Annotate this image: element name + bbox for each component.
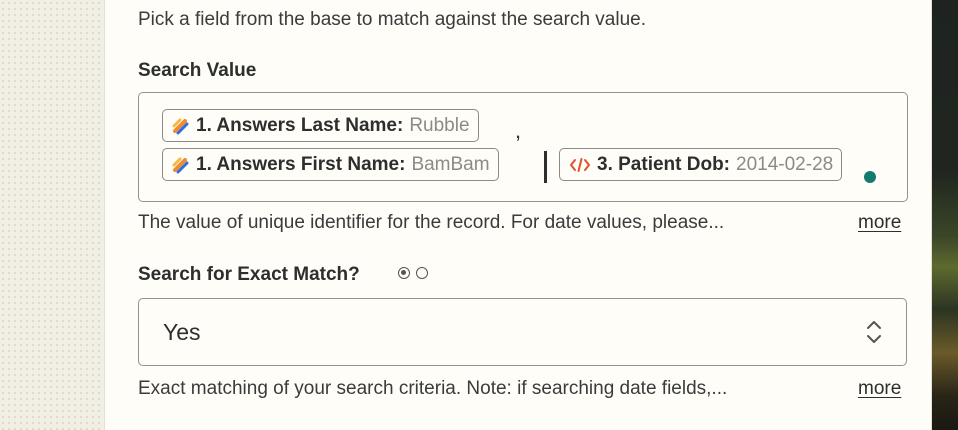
select-value: Yes: [163, 319, 201, 345]
exact-match-label: Search for Exact Match?: [138, 264, 360, 285]
token-value: Rubble: [409, 114, 470, 136]
chevron-up-down-icon: [867, 321, 881, 343]
radio-selected-icon[interactable]: [398, 267, 410, 279]
token-answers-first-name[interactable]: 1. Answers First Name: BamBam: [162, 148, 499, 181]
token-separator: ,: [515, 118, 522, 143]
insert-point-indicator: [864, 171, 876, 183]
radio-empty-icon[interactable]: [416, 267, 428, 279]
search-value-label: Search Value: [138, 60, 257, 81]
exact-match-select[interactable]: Yes: [138, 298, 907, 366]
code-icon: [570, 157, 590, 172]
canvas-background: [0, 0, 104, 430]
field-intro-text: Pick a field from the base to match agai…: [138, 9, 646, 30]
token-value: 2014-02-28: [736, 153, 834, 175]
form-app-icon: [172, 157, 189, 173]
exact-match-more-link[interactable]: more: [858, 378, 901, 400]
desktop-background: [932, 0, 958, 430]
exact-match-description: Exact matching of your search criteria. …: [138, 378, 728, 399]
text-cursor: [544, 151, 547, 183]
token-key: 3. Patient Dob:: [597, 153, 731, 175]
search-value-more-link[interactable]: more: [858, 212, 901, 234]
form-app-icon: [172, 118, 189, 134]
token-value: BamBam: [411, 153, 490, 175]
search-value-description: The value of unique identifier for the r…: [138, 212, 725, 233]
token-key: 1. Answers First Name:: [196, 153, 406, 175]
field-mode-toggle[interactable]: [398, 267, 428, 279]
token-patient-dob[interactable]: 3. Patient Dob: 2014-02-28: [559, 148, 843, 181]
token-key: 1. Answers Last Name:: [196, 114, 404, 136]
token-answers-last-name[interactable]: 1. Answers Last Name: Rubble: [162, 109, 479, 142]
